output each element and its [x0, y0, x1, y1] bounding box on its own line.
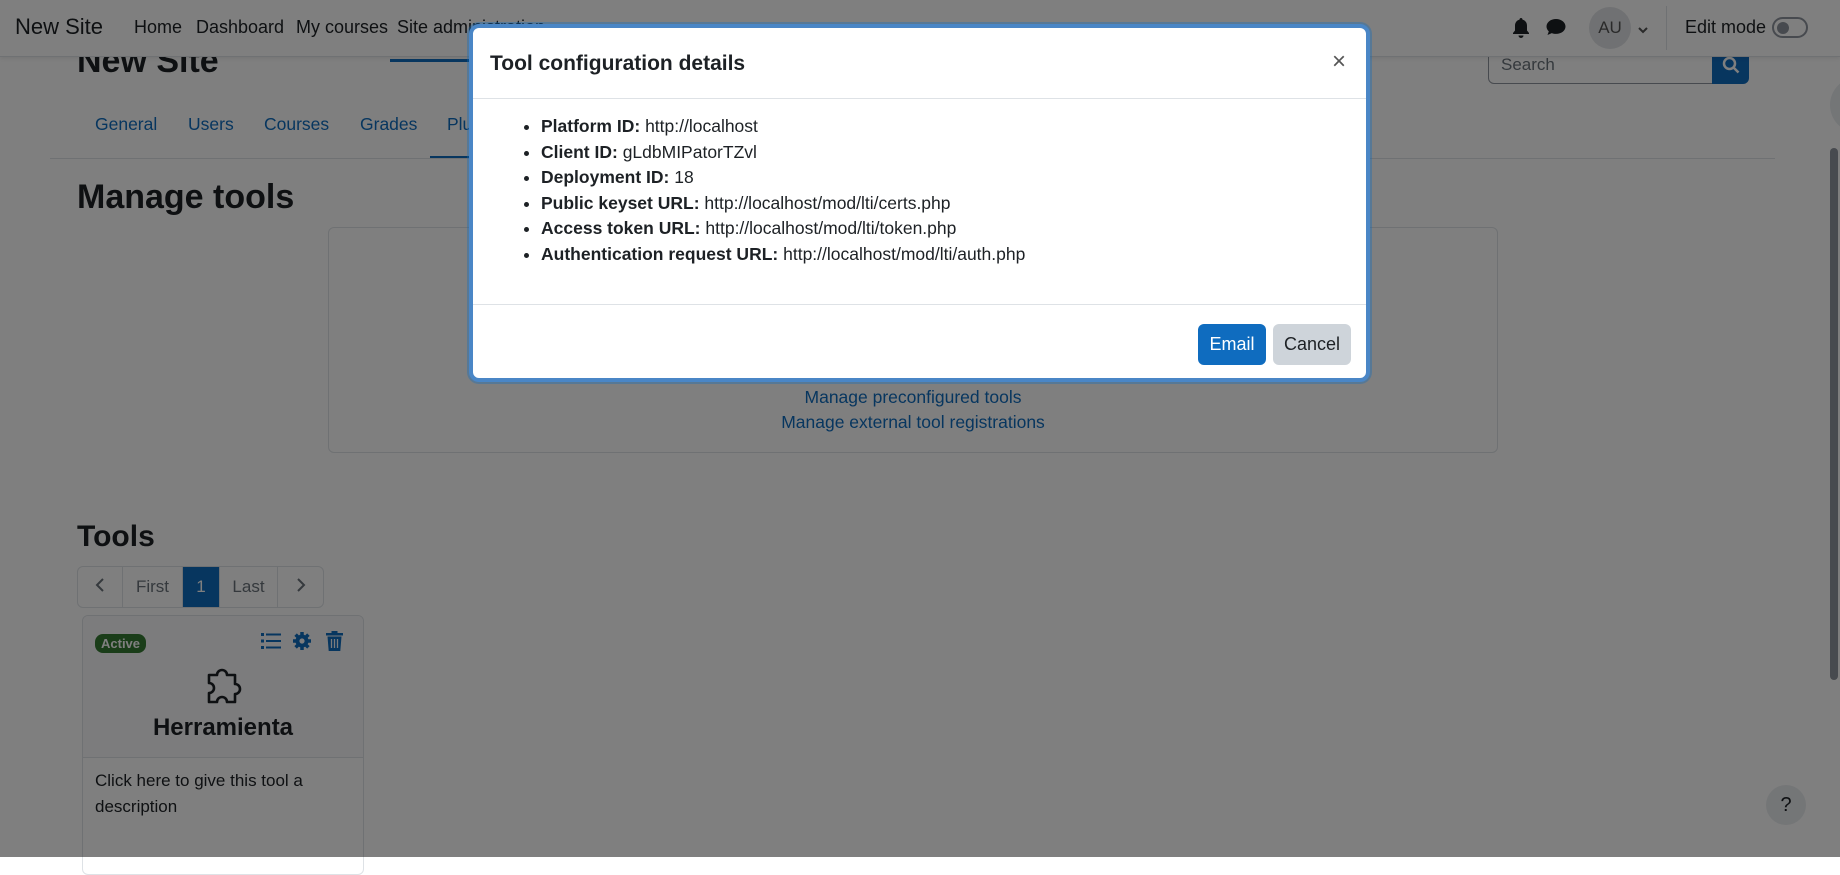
- email-button[interactable]: Email: [1198, 324, 1266, 365]
- deployment-id-item: Deployment ID: 18: [541, 165, 1025, 191]
- client-id-item: Client ID: gLdbMIPatorTZvl: [541, 140, 1025, 166]
- detail-value: gLdbMIPatorTZvl: [622, 141, 757, 162]
- detail-label: Access token URL:: [541, 218, 701, 238]
- dialog-footer-divider: [473, 304, 1366, 305]
- configuration-details-list: Platform ID: http://localhost Client ID:…: [505, 114, 1025, 267]
- detail-value: http://localhost/mod/lti/auth.php: [783, 243, 1026, 264]
- dialog-title: Tool configuration details: [490, 52, 746, 75]
- detail-value: http://localhost/mod/lti/certs.php: [704, 192, 951, 213]
- detail-value: 18: [674, 167, 694, 187]
- detail-label: Authentication request URL:: [541, 243, 779, 264]
- dialog-header-divider: [473, 98, 1366, 99]
- authentication-request-url-item: Authentication request URL: http://local…: [541, 242, 1025, 268]
- cancel-button[interactable]: Cancel: [1273, 324, 1351, 365]
- detail-label: Deployment ID:: [541, 167, 670, 187]
- detail-label: Client ID:: [541, 141, 618, 162]
- public-keyset-url-item: Public keyset URL: http://localhost/mod/…: [541, 191, 1025, 217]
- detail-label: Platform ID:: [541, 116, 641, 136]
- tool-configuration-dialog: Tool configuration details × Platform ID…: [469, 24, 1370, 382]
- detail-value: http://localhost: [645, 116, 758, 136]
- detail-label: Public keyset URL:: [541, 192, 700, 213]
- platform-id-item: Platform ID: http://localhost: [541, 114, 1025, 140]
- close-icon[interactable]: ×: [1332, 50, 1346, 74]
- access-token-url-item: Access token URL: http://localhost/mod/l…: [541, 216, 1025, 242]
- detail-value: http://localhost/mod/lti/token.php: [705, 218, 957, 238]
